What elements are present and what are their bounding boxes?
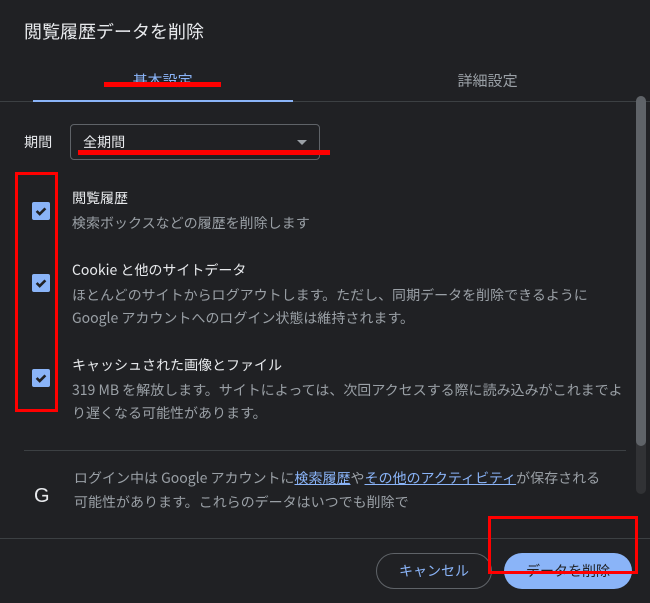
dialog-title: 閲覧履歴データを削除 — [0, 0, 650, 58]
chevron-down-icon — [297, 140, 307, 145]
note-text: ログイン中は Google アカウントに — [74, 468, 295, 488]
option-desc: 319 MB を解放します。サイトによっては、次回アクセスする際に読み込みがこれ… — [72, 379, 626, 424]
cancel-button[interactable]: キャンセル — [376, 553, 492, 589]
period-label: 期間 — [24, 132, 52, 152]
option-cookies: Cookie と他のサイトデータ ほとんどのサイトからログアウトします。ただし、… — [24, 260, 626, 329]
option-cache: キャッシュされた画像とファイル 319 MB を解放します。サイトによっては、次… — [24, 355, 626, 424]
scrollbar[interactable] — [636, 96, 646, 494]
option-text: 閲覧履歴 検索ボックスなどの履歴を削除します — [72, 188, 310, 234]
option-text: Cookie と他のサイトデータ ほとんどのサイトからログアウトします。ただし、… — [72, 260, 626, 329]
tab-advanced[interactable]: 詳細設定 — [325, 58, 650, 101]
check-icon — [34, 204, 48, 218]
option-title: Cookie と他のサイトデータ — [72, 260, 626, 280]
tab-basic[interactable]: 基本設定 — [0, 58, 325, 101]
check-icon — [34, 276, 48, 290]
link-other-activity[interactable]: その他のアクティビティ — [365, 468, 517, 488]
delete-button[interactable]: データを削除 — [504, 553, 632, 589]
period-row: 期間 全期間 — [24, 124, 626, 160]
check-icon — [34, 371, 48, 385]
content-area: 期間 全期間 閲覧履歴 検索ボックスなどの履歴を削除します Cookie と他の… — [0, 102, 650, 515]
period-selected-value: 全期間 — [83, 132, 125, 152]
option-desc: ほとんどのサイトからログアウトします。ただし、同期データを削除できるように Go… — [72, 284, 626, 329]
option-title: キャッシュされた画像とファイル — [72, 355, 626, 375]
option-text: キャッシュされた画像とファイル 319 MB を解放します。サイトによっては、次… — [72, 355, 626, 424]
link-search-history[interactable]: 検索履歴 — [295, 468, 351, 488]
option-browsing-history: 閲覧履歴 検索ボックスなどの履歴を削除します — [24, 188, 626, 234]
checkbox-history[interactable] — [32, 202, 50, 220]
google-icon: G — [34, 479, 50, 513]
option-desc: 検索ボックスなどの履歴を削除します — [72, 212, 310, 234]
footer: キャンセル データを削除 — [0, 538, 650, 603]
checkbox-cookies[interactable] — [32, 274, 50, 292]
checkbox-cache[interactable] — [32, 369, 50, 387]
google-account-note: G ログイン中は Google アカウントに検索履歴やその他のアクティビティが保… — [24, 450, 626, 515]
period-select[interactable]: 全期間 — [70, 124, 320, 160]
option-title: 閲覧履歴 — [72, 188, 310, 208]
tabs: 基本設定 詳細設定 — [0, 58, 650, 102]
note-text: や — [351, 468, 365, 488]
scrollbar-thumb[interactable] — [636, 96, 646, 446]
